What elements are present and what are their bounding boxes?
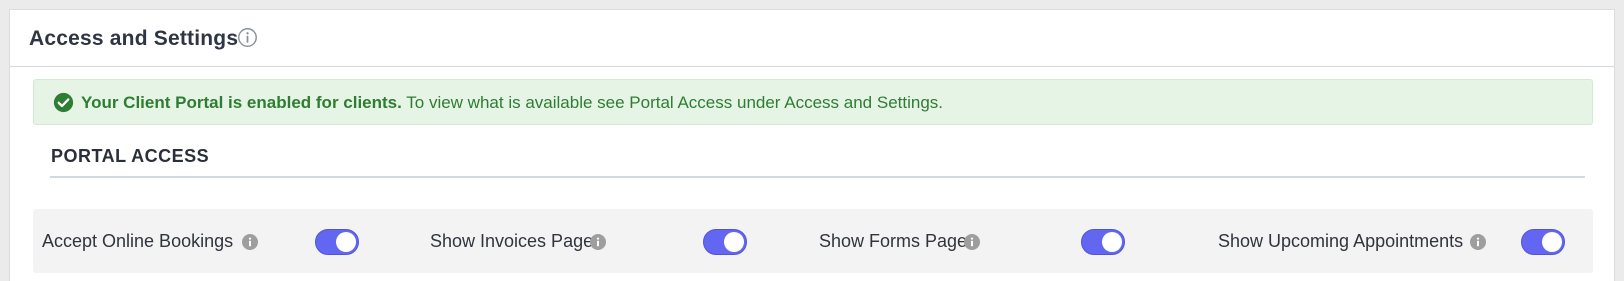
- alert-message: Your Client Portal is enabled for client…: [81, 93, 943, 113]
- alert-strong-text: Your Client Portal is enabled for client…: [81, 93, 402, 112]
- setting-label: Accept Online Bookings: [42, 231, 234, 251]
- setting-show-invoices-page: Show Invoices Page: [430, 209, 760, 273]
- info-icon[interactable]: [242, 234, 258, 250]
- show-upcoming-appointments-toggle[interactable]: [1521, 229, 1565, 255]
- info-icon[interactable]: [1470, 234, 1486, 250]
- info-outline-icon[interactable]: [237, 27, 258, 48]
- toggle-knob: [724, 232, 744, 252]
- toggle-knob: [1542, 232, 1562, 252]
- show-invoices-page-toggle[interactable]: [703, 229, 747, 255]
- toggle-knob: [1102, 232, 1122, 252]
- page-title: Access and Settings: [29, 27, 239, 50]
- access-settings-card: Access and Settings Your Client Portal i…: [9, 9, 1615, 281]
- toggle-knob: [336, 232, 356, 252]
- section-title-portal-access: PORTAL ACCESS: [51, 146, 210, 166]
- portal-enabled-alert: Your Client Portal is enabled for client…: [33, 79, 1593, 125]
- setting-label: Show Invoices Page: [430, 231, 594, 251]
- portal-access-toggles: Accept Online Bookings Show Invoices Pag…: [33, 209, 1593, 273]
- setting-label: Show Forms Page: [819, 231, 968, 251]
- setting-show-upcoming-appointments: Show Upcoming Appointments: [1218, 209, 1578, 273]
- setting-label: Show Upcoming Appointments: [1218, 231, 1464, 251]
- accept-online-bookings-toggle[interactable]: [315, 229, 359, 255]
- section-divider: [50, 176, 1585, 178]
- setting-accept-online-bookings: Accept Online Bookings: [42, 209, 372, 273]
- alert-detail-text: To view what is available see Portal Acc…: [401, 93, 944, 112]
- setting-show-forms-page: Show Forms Page: [819, 209, 1149, 273]
- info-icon[interactable]: [590, 234, 606, 250]
- check-circle-icon: [53, 92, 74, 113]
- info-icon[interactable]: [964, 234, 980, 250]
- card-header: Access and Settings: [10, 10, 1614, 67]
- show-forms-page-toggle[interactable]: [1081, 229, 1125, 255]
